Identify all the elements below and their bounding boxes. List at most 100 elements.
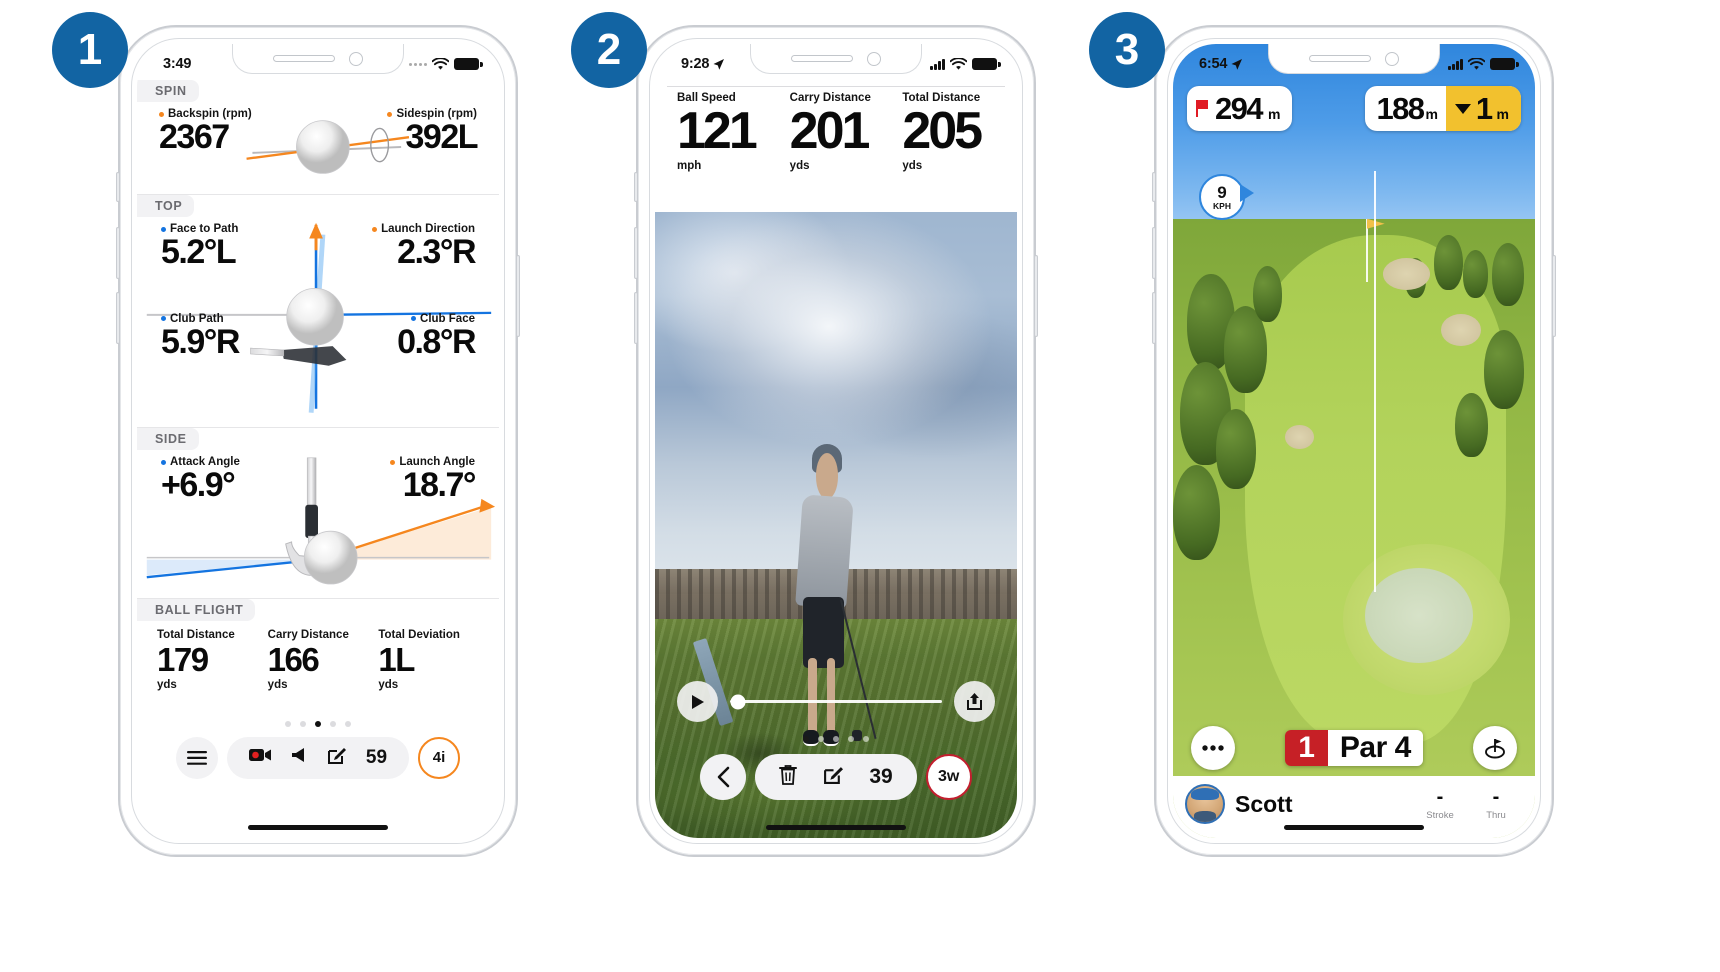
home-indicator[interactable] <box>766 825 906 830</box>
status-time: 6:54 <box>1199 56 1243 72</box>
tree <box>1216 409 1257 489</box>
course-3d-view[interactable]: 294 m 188 m 1 m 9 KPH 1 Par 4 Scott - St… <box>1173 44 1535 838</box>
golfer-shirt <box>794 494 854 608</box>
club-selector-badge[interactable]: 4i <box>418 736 461 779</box>
cellular-signal-icon <box>1448 58 1463 70</box>
toolbar-actions: 39 <box>755 754 917 800</box>
volume-up-button[interactable] <box>634 227 638 279</box>
page-dot-active[interactable] <box>315 720 321 727</box>
ball-flight-total-distance: Total Distance 179 yds <box>157 629 258 691</box>
swing-video-player[interactable]: 39 3w <box>655 212 1017 838</box>
bottom-toolbar: 39 3w <box>655 754 1017 800</box>
edit-square-icon <box>327 747 346 764</box>
score-stroke[interactable]: - Stroke <box>1417 787 1463 821</box>
trash-icon <box>779 765 798 785</box>
pin-distance-unit: m <box>1267 106 1281 122</box>
edit-button[interactable] <box>327 746 346 770</box>
more-options-button[interactable] <box>1191 726 1235 770</box>
power-button[interactable] <box>516 255 520 337</box>
volume-down-button[interactable] <box>116 292 120 344</box>
page-dot[interactable] <box>833 736 839 742</box>
player-avatar[interactable] <box>1185 784 1225 824</box>
phone-3-frame: 294 m 188 m 1 m 9 KPH 1 Par 4 Scott - St… <box>1152 25 1556 857</box>
step-badge-1: 1 <box>52 12 128 88</box>
scrubber-handle[interactable] <box>730 694 746 709</box>
metric-club-face-value: 0.8°R <box>397 322 476 361</box>
front-camera <box>349 51 363 66</box>
score-thru[interactable]: - Thru <box>1473 787 1519 821</box>
menu-button[interactable] <box>175 736 218 779</box>
section-side-label: SIDE <box>137 428 199 450</box>
battery-icon <box>454 58 483 70</box>
score-thru-value: - <box>1492 786 1500 808</box>
share-button[interactable] <box>954 681 995 722</box>
hole-info-group[interactable]: 1 Par 4 <box>1285 730 1423 766</box>
phone-1-notch <box>232 44 404 74</box>
shot-number[interactable]: 59 <box>366 747 387 769</box>
wind-indicator[interactable]: 9 KPH <box>1199 174 1254 220</box>
page-dot[interactable] <box>330 720 336 727</box>
step-badge-3: 3 <box>1089 12 1165 88</box>
speaker-button[interactable] <box>291 747 307 768</box>
metric-dot-orange <box>372 226 378 232</box>
volume-down-button[interactable] <box>1152 292 1156 344</box>
location-arrow-icon <box>1231 58 1243 70</box>
edit-button[interactable] <box>823 765 844 790</box>
phone-3-body: 294 m 188 m 1 m 9 KPH 1 Par 4 Scott - St… <box>1167 38 1541 844</box>
metric-dot-orange <box>159 111 164 117</box>
ball-flight-carry-distance-value: 166 <box>267 641 320 678</box>
shot-number[interactable]: 39 <box>869 765 892 789</box>
phone-2-body: Ball Speed 121 mph Carry Distance 201 yd… <box>649 38 1023 844</box>
shot-video-view: Ball Speed 121 mph Carry Distance 201 yd… <box>655 44 1017 838</box>
page-dot[interactable] <box>818 736 824 742</box>
section-top: TOP Face to Path 5.2°L Launch Direction … <box>137 195 499 427</box>
pin-distance-value: 294 <box>1215 91 1264 126</box>
battery-icon <box>1490 58 1519 70</box>
elevation-unit: m <box>1496 106 1509 122</box>
mute-switch[interactable] <box>116 172 120 202</box>
status-time: 3:49 <box>163 56 192 72</box>
mute-switch[interactable] <box>634 172 638 202</box>
record-video-button[interactable] <box>248 748 271 767</box>
metric-club-path: Club Path 5.9°R <box>161 313 240 361</box>
page-dot[interactable] <box>345 720 351 727</box>
back-button[interactable] <box>700 754 747 800</box>
wifi-icon <box>950 57 967 70</box>
green-view-button[interactable] <box>1472 726 1517 770</box>
status-time-text: 9:28 <box>681 56 710 72</box>
stat-total-distance: Total Distance 205 yds <box>892 86 1006 172</box>
power-button[interactable] <box>1034 255 1038 337</box>
cellular-signal-icon <box>409 62 427 66</box>
share-upload-icon <box>967 693 982 710</box>
mute-switch[interactable] <box>1152 172 1156 202</box>
page-indicator[interactable] <box>655 736 1017 742</box>
target-distance-pill[interactable]: 188 m 1 m <box>1364 86 1521 131</box>
page-dot[interactable] <box>848 736 854 742</box>
play-button[interactable] <box>677 681 718 722</box>
score-thru-label: Thru <box>1486 810 1506 821</box>
golfer-head <box>815 453 839 499</box>
bottom-hud: 1 Par 4 Scott - Stroke - Thru <box>1173 726 1535 838</box>
power-button[interactable] <box>1552 255 1556 337</box>
page-indicator[interactable] <box>137 720 499 727</box>
home-indicator[interactable] <box>248 825 388 830</box>
delete-button[interactable] <box>779 764 798 790</box>
bunker <box>1285 425 1315 449</box>
elevation-value: 1 <box>1475 91 1493 126</box>
home-indicator[interactable] <box>1284 825 1424 830</box>
volume-up-button[interactable] <box>116 227 120 279</box>
ball-flight-total-deviation-label: Total Deviation <box>378 629 460 641</box>
volume-down-button[interactable] <box>634 292 638 344</box>
page-dot[interactable] <box>285 720 291 727</box>
video-scrubber[interactable] <box>730 694 942 709</box>
ball-flight-carry-distance-label: Carry Distance <box>267 629 349 641</box>
page-dot-active[interactable] <box>803 736 809 742</box>
club-selector-badge[interactable]: 3w <box>925 754 972 800</box>
volume-up-button[interactable] <box>1152 227 1156 279</box>
page-dot[interactable] <box>300 720 306 727</box>
metric-dot-orange <box>390 459 396 465</box>
phone-3-screen: 294 m 188 m 1 m 9 KPH 1 Par 4 Scott - St… <box>1173 44 1535 838</box>
triangle-down-icon <box>1454 103 1471 114</box>
pin-distance-pill[interactable]: 294 m <box>1187 86 1293 131</box>
page-dot[interactable] <box>863 736 869 742</box>
